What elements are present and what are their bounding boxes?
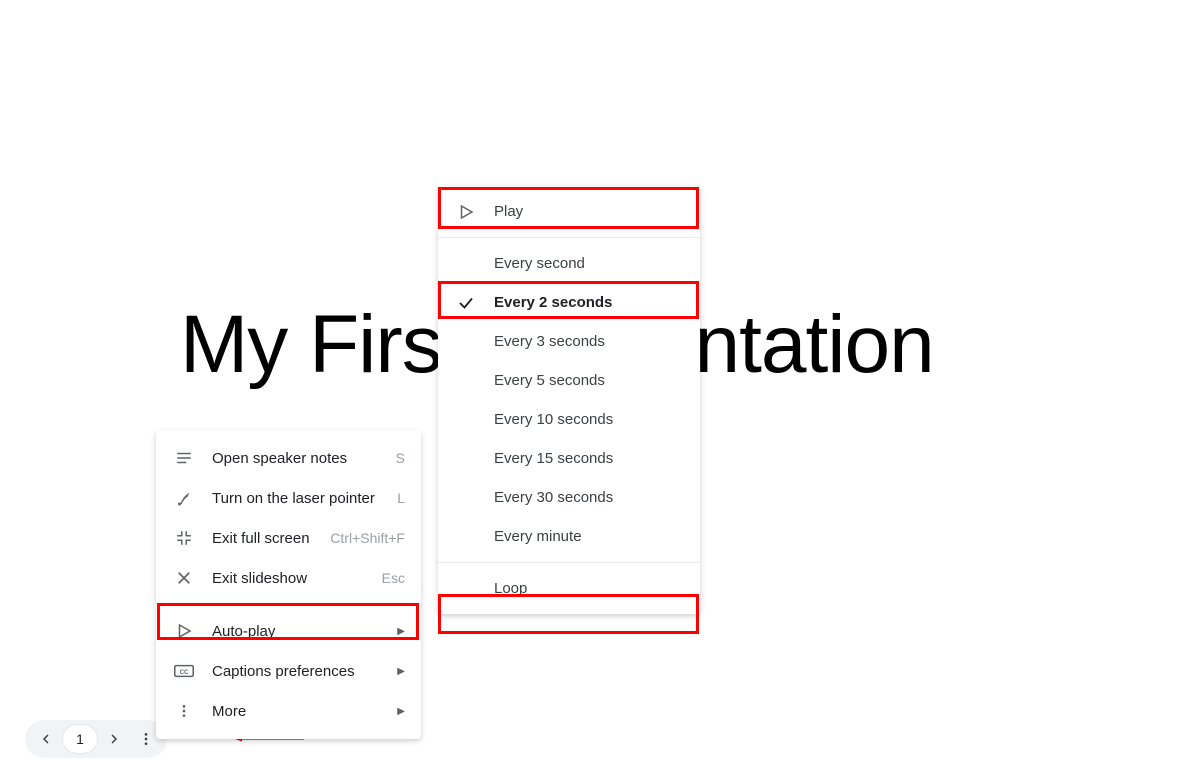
submenu-interval-option[interactable]: Every 3 seconds [438, 322, 700, 361]
submenu-interval-option[interactable]: Every 2 seconds [438, 283, 700, 322]
menu-open-speaker-notes[interactable]: Open speaker notes S [156, 438, 421, 478]
play-icon [172, 622, 196, 640]
svg-text:CC: CC [180, 669, 189, 676]
next-slide-button[interactable] [99, 724, 129, 754]
chevron-right-icon [106, 731, 122, 747]
menu-shortcut: Esc [382, 570, 405, 586]
notes-icon [172, 449, 196, 467]
exit-fullscreen-icon [172, 529, 196, 547]
submenu-label: Play [494, 203, 523, 220]
submenu-arrow-icon: ▶ [397, 706, 405, 717]
menu-shortcut: L [397, 490, 405, 506]
menu-label: Exit full screen [212, 530, 322, 547]
menu-label: Open speaker notes [212, 450, 388, 467]
cc-icon: CC [172, 661, 196, 681]
laser-icon [172, 489, 196, 507]
menu-divider [156, 604, 421, 605]
prev-slide-button[interactable] [31, 724, 61, 754]
submenu-label: Loop [494, 580, 527, 597]
menu-auto-play[interactable]: Auto-play ▶ [156, 611, 421, 651]
submenu-arrow-icon: ▶ [397, 626, 405, 637]
submenu-label: Every 10 seconds [494, 411, 613, 428]
play-icon [454, 203, 478, 221]
close-icon [172, 569, 196, 587]
more-icon [172, 703, 196, 719]
menu-captions-preferences[interactable]: CC Captions preferences ▶ [156, 651, 421, 691]
menu-label: More [212, 703, 389, 720]
submenu-label: Every 5 seconds [494, 372, 605, 389]
submenu-interval-option[interactable]: Every 10 seconds [438, 400, 700, 439]
check-icon [454, 294, 478, 312]
menu-exit-full-screen[interactable]: Exit full screen Ctrl+Shift+F [156, 518, 421, 558]
submenu-play[interactable]: Play [438, 192, 700, 231]
submenu-interval-option[interactable]: Every 15 seconds [438, 439, 700, 478]
slide-number[interactable]: 1 [63, 725, 97, 753]
menu-label: Auto-play [212, 623, 389, 640]
submenu-interval-option[interactable]: Every second [438, 244, 700, 283]
menu-label: Captions preferences [212, 663, 389, 680]
submenu-label: Every minute [494, 528, 582, 545]
submenu-arrow-icon: ▶ [397, 666, 405, 677]
menu-label: Turn on the laser pointer [212, 490, 389, 507]
autoplay-submenu: Play Every second Every 2 seconds Every 3 … [438, 186, 700, 614]
submenu-interval-option[interactable]: Every 5 seconds [438, 361, 700, 400]
menu-exit-slideshow[interactable]: Exit slideshow Esc [156, 558, 421, 598]
submenu-loop[interactable]: Loop [438, 569, 700, 608]
kebab-icon [138, 731, 154, 747]
submenu-interval-option[interactable]: Every 30 seconds [438, 478, 700, 517]
options-menu: Open speaker notes S Turn on the laser p… [156, 430, 421, 739]
submenu-divider [438, 237, 700, 238]
submenu-label: Every 30 seconds [494, 489, 613, 506]
menu-label: Exit slideshow [212, 570, 374, 587]
menu-shortcut: Ctrl+Shift+F [330, 530, 405, 546]
submenu-label: Every 3 seconds [494, 333, 605, 350]
menu-more[interactable]: More ▶ [156, 691, 421, 731]
submenu-label: Every 15 seconds [494, 450, 613, 467]
menu-shortcut: S [396, 450, 405, 466]
submenu-divider [438, 562, 700, 563]
menu-laser-pointer[interactable]: Turn on the laser pointer L [156, 478, 421, 518]
submenu-label: Every 2 seconds [494, 294, 612, 311]
submenu-label: Every second [494, 255, 585, 272]
chevron-left-icon [38, 731, 54, 747]
slide-nav: 1 [25, 720, 167, 758]
submenu-interval-option[interactable]: Every minute [438, 517, 700, 556]
